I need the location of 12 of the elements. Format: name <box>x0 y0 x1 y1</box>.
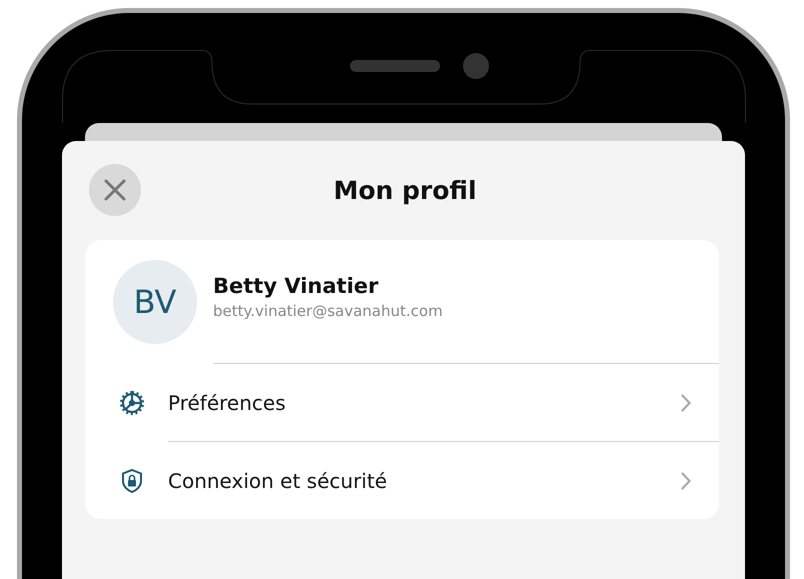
user-name: Betty Vinatier <box>213 274 380 298</box>
close-button[interactable] <box>89 164 141 216</box>
menu-item[interactable]: Connexion et sécurité <box>85 442 719 519</box>
shield-lock-icon <box>121 468 143 494</box>
menu-item[interactable]: Préférences <box>85 364 719 441</box>
chevron-icon <box>681 394 691 412</box>
chevron-icon <box>681 472 691 490</box>
gear-icon <box>119 390 145 416</box>
user-email: betty.vinatier@savanahut.com <box>213 302 443 320</box>
close-icon <box>104 179 126 201</box>
sheet-title: Mon profil <box>333 176 477 204</box>
avatar: BV <box>113 260 197 344</box>
